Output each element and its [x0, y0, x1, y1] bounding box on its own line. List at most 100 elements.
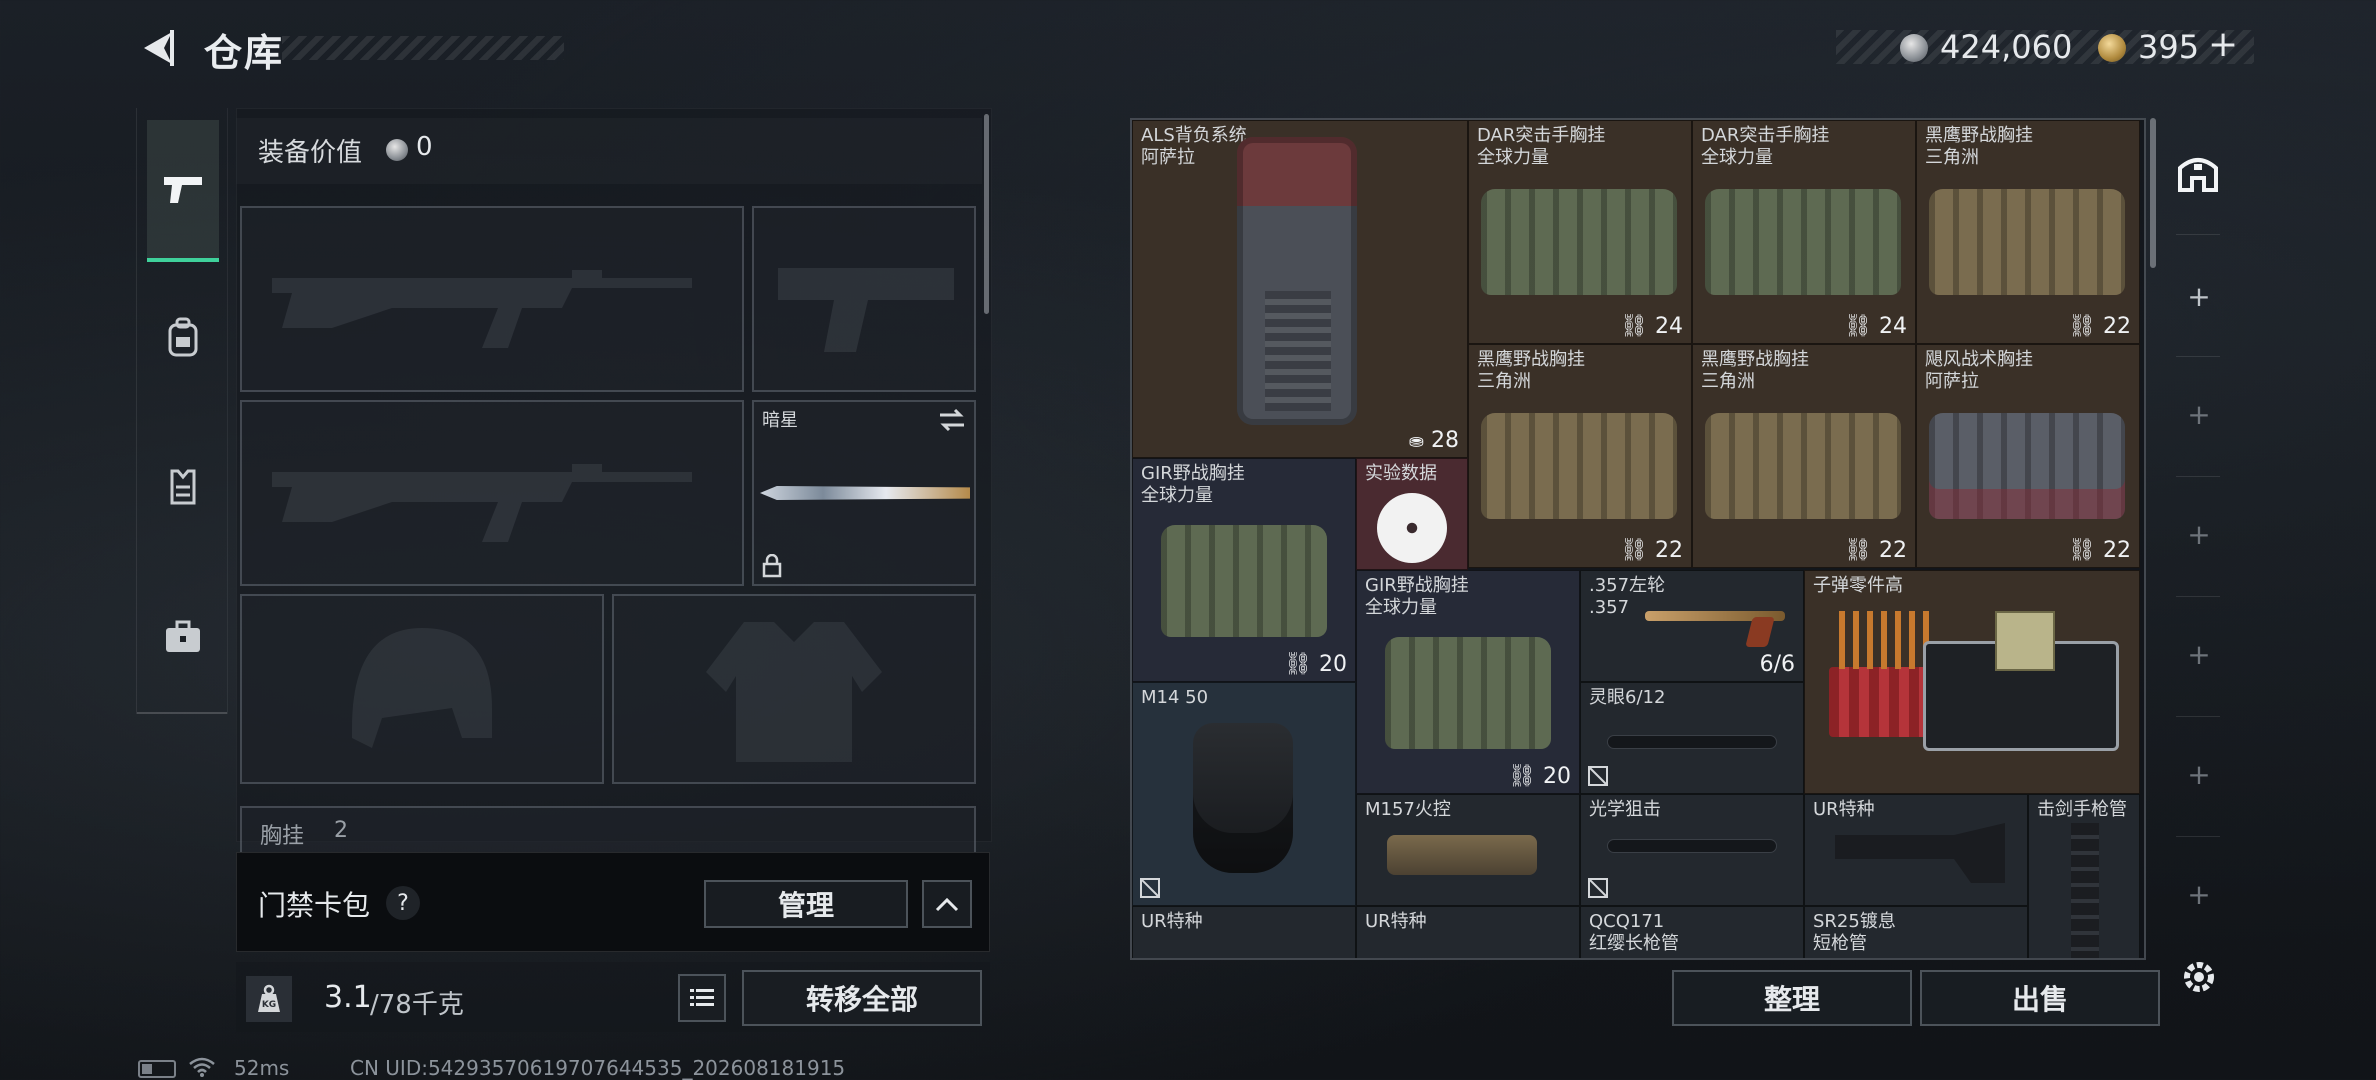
item-cell[interactable]: 灵眼6/12 — [1580, 682, 1804, 794]
weight-icon: KG — [246, 976, 292, 1022]
gear-icon[interactable] — [2178, 956, 2220, 998]
primary-weapon-slot-2[interactable] — [240, 400, 744, 586]
item-name: 子弹零件高 — [1813, 575, 1903, 596]
money-amount: 424,060 — [1940, 28, 2073, 66]
item-cell[interactable]: 黑鹰野战胸挂 三角洲 ⛓ 22 — [1468, 344, 1692, 568]
list-icon[interactable] — [678, 974, 726, 1022]
plus-icon[interactable]: + — [2184, 640, 2214, 670]
item-cell[interactable]: UR特种 — [1804, 794, 2028, 906]
item-count: ⛓ 22 — [2068, 538, 2131, 563]
item-cell[interactable]: UR特种 — [1356, 906, 1580, 958]
item-cell[interactable]: 飓风战术胸挂 阿萨拉 ⛓ 22 — [1916, 344, 2140, 568]
item-name: M14 50 — [1141, 687, 1209, 708]
back-arrow-icon[interactable] — [136, 26, 176, 70]
page-title: 仓库 — [204, 31, 285, 75]
ping-text: 52ms — [234, 1056, 290, 1080]
item-count: ⛓ 22 — [1620, 538, 1683, 563]
silver-coin-icon — [386, 139, 408, 161]
chest-rig-slot[interactable]: 胸挂 2 — [240, 806, 976, 852]
plus-icon[interactable]: + — [2184, 760, 2214, 790]
tab-weapons[interactable] — [147, 120, 219, 262]
tab-backpack[interactable] — [147, 268, 219, 406]
melee-slot[interactable]: 暗星 — [752, 400, 976, 586]
item-name: UR特种 — [1813, 799, 1875, 820]
sort-button[interactable]: 整理 — [1672, 970, 1912, 1026]
armor-slot[interactable] — [612, 594, 976, 784]
item-cell[interactable]: 黑鹰野战胸挂 三角洲 ⛓ 22 — [1692, 344, 1916, 568]
item-cell[interactable]: DAR突击手胸挂 全球力量 ⛓ 24 — [1692, 120, 1916, 344]
item-cell[interactable]: DAR突击手胸挂 全球力量 ⛓ 24 — [1468, 120, 1692, 344]
helmet-silhouette-icon — [352, 628, 492, 748]
gold-coin-icon — [2098, 34, 2126, 62]
pistol-silhouette-icon — [778, 268, 954, 352]
item-cell[interactable]: 击剑手枪管 — [2028, 794, 2140, 958]
chest-rig-image — [1385, 637, 1551, 749]
scope-image — [1607, 735, 1777, 749]
item-cell[interactable]: 子弹零件高 — [1804, 570, 2140, 794]
chest-rig-image — [1481, 189, 1677, 295]
ammo-box — [1995, 611, 2055, 671]
unlocked-icon — [1140, 878, 1160, 898]
item-cell[interactable]: UR特种 — [1132, 906, 1356, 958]
item-cell[interactable]: M14 50 — [1132, 682, 1356, 906]
secondary-weapon-slot[interactable] — [752, 206, 976, 392]
item-name: 灵眼6/12 — [1589, 687, 1666, 708]
transfer-all-button[interactable]: 转移全部 — [742, 970, 982, 1026]
item-cell[interactable]: SR25镀息 短枪管 — [1804, 906, 2028, 958]
rail-divider — [137, 712, 227, 714]
sell-button[interactable]: 出售 — [1920, 970, 2160, 1026]
help-icon[interactable]: ? — [386, 886, 420, 920]
bullets — [1839, 611, 1929, 669]
stock-image — [1835, 823, 2005, 883]
chest-rig-label: 胸挂 — [260, 824, 305, 849]
chest-rig-count: 2 — [334, 818, 348, 843]
item-cell[interactable]: GIR野战胸挂 全球力量 ⛓ 20 — [1356, 570, 1580, 794]
item-cell[interactable]: QCQ171 红缨长枪管 — [1580, 906, 1804, 958]
category-rail — [136, 108, 228, 714]
safehouse-icon[interactable] — [2176, 150, 2220, 194]
chest-rig-image — [1705, 413, 1901, 519]
chest-rig-image — [1929, 189, 2125, 295]
primary-weapon-slot[interactable] — [240, 206, 744, 392]
rail-divider — [2176, 356, 2220, 357]
rail-divider — [2176, 716, 2220, 717]
item-cell[interactable]: 黑鹰野战胸挂 三角洲 ⛓ 22 — [1916, 120, 2140, 344]
armor-vest-icon — [170, 469, 196, 505]
loadout-scrollbar[interactable] — [984, 114, 989, 314]
armor-silhouette-icon — [706, 622, 882, 762]
gold-amount: 395 — [2138, 28, 2200, 66]
swap-icon[interactable] — [938, 408, 966, 432]
item-name: 飓风战术胸挂 阿萨拉 — [1925, 349, 2033, 392]
fire-control-image — [1387, 835, 1537, 875]
lock-icon — [762, 554, 782, 578]
plus-icon[interactable]: + — [2184, 880, 2214, 910]
plus-icon[interactable]: + — [2184, 282, 2214, 312]
item-name: 黑鹰野战胸挂 三角洲 — [1477, 349, 1585, 392]
tab-armor[interactable] — [147, 418, 219, 556]
plus-icon[interactable]: + — [2184, 400, 2214, 430]
item-count: ⛓ 24 — [1620, 314, 1683, 339]
helmet-slot[interactable] — [240, 594, 604, 784]
item-name: ALS背负系统 阿萨拉 — [1141, 125, 1247, 168]
item-count: ⛓ 22 — [2068, 314, 2131, 339]
rail-divider — [2176, 596, 2220, 597]
item-cell[interactable]: 实验数据 — [1356, 458, 1468, 570]
chest-rig-image — [1705, 189, 1901, 295]
grid-scrollbar[interactable] — [2150, 118, 2156, 268]
item-cell[interactable]: GIR野战胸挂 全球力量 ⛓ 20 — [1132, 458, 1356, 682]
item-count: ⛓ 22 — [1844, 538, 1907, 563]
svg-text:KG: KG — [262, 1000, 276, 1010]
manage-button[interactable]: 管理 — [704, 880, 908, 928]
item-cell[interactable]: M157火控 — [1356, 794, 1580, 906]
briefcase-icon — [166, 620, 200, 652]
equipment-value: 0 — [416, 132, 433, 162]
item-name: GIR野战胸挂 全球力量 — [1365, 575, 1469, 618]
item-cell[interactable]: 光学狙击 — [1580, 794, 1804, 906]
tab-case[interactable] — [147, 568, 219, 706]
item-cell[interactable]: .357左轮 .357 6/6 — [1580, 570, 1804, 682]
chevron-up-icon[interactable] — [922, 880, 972, 928]
item-name: 光学狙击 — [1589, 799, 1661, 820]
plus-icon[interactable]: + — [2184, 520, 2214, 550]
item-cell[interactable]: ALS背负系统 阿萨拉 ⛂ 28 — [1132, 120, 1468, 458]
add-gold-button[interactable]: + — [2208, 24, 2238, 65]
